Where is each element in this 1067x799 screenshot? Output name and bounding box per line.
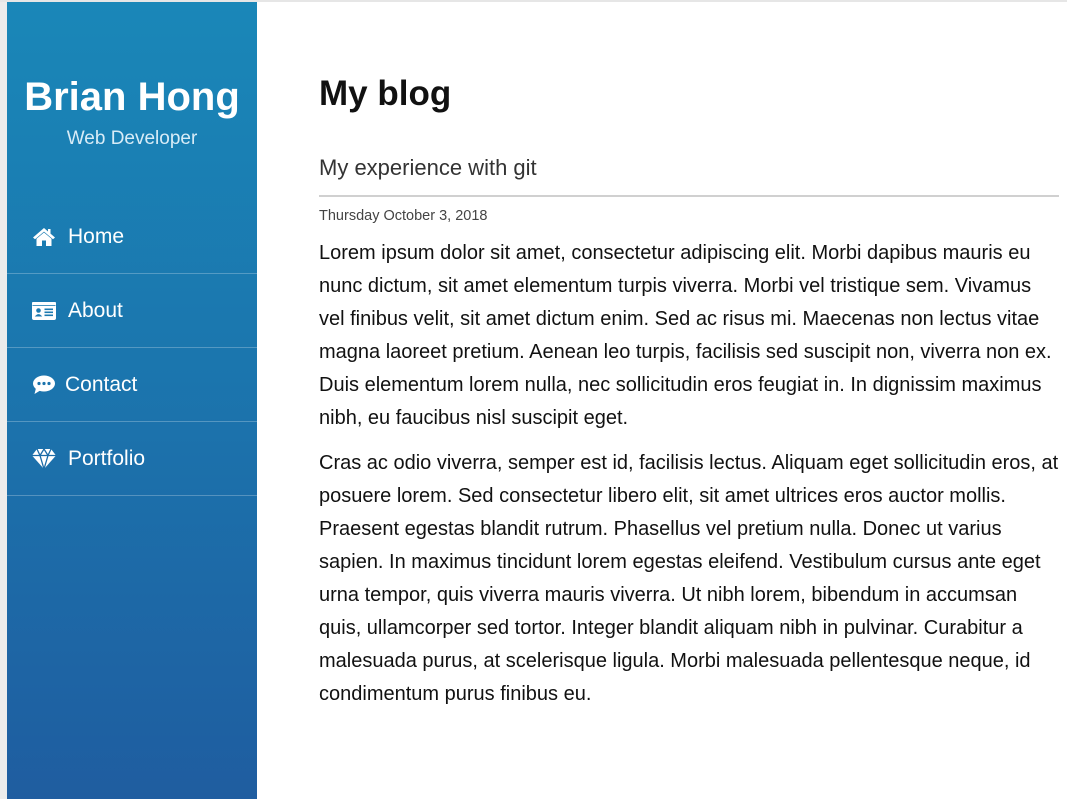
sidebar-item-label: About: [68, 298, 123, 322]
sidebar-item-portfolio[interactable]: Portfolio: [7, 422, 257, 496]
window-edge: [0, 0, 7, 799]
sidebar-item-label: Home: [68, 224, 125, 248]
brand-name: Brian Hong: [24, 75, 240, 119]
brand-role: Web Developer: [66, 128, 198, 149]
post-paragraph: Lorem ipsum dolor sit amet, consectetur …: [319, 242, 1052, 429]
page-title: My blog: [319, 74, 452, 113]
sidebar-nav: Home About Contact Portfolio: [7, 199, 257, 496]
post-date: Thursday October 3, 2018: [319, 208, 488, 224]
sidebar-item-contact[interactable]: Contact: [7, 348, 257, 422]
sidebar-item-label: Portfolio: [68, 446, 146, 470]
post-body: Lorem ipsum dolor sit amet, consectetur …: [319, 237, 1059, 723]
post-divider: [319, 195, 1059, 197]
chat-bubble-icon: [31, 373, 57, 397]
diamond-icon: [31, 447, 57, 471]
sidebar-item-label: Contact: [65, 372, 138, 396]
sidebar-item-home[interactable]: Home: [7, 200, 257, 274]
post-paragraph: Cras ac odio viverra, semper est id, fac…: [319, 452, 1059, 705]
post-title[interactable]: My experience with git: [319, 154, 537, 182]
sidebar: Brian Hong Web Developer Home About Cont…: [7, 2, 257, 799]
home-icon: [31, 225, 57, 249]
id-card-icon: [31, 299, 57, 323]
sidebar-item-about[interactable]: About: [7, 274, 257, 348]
